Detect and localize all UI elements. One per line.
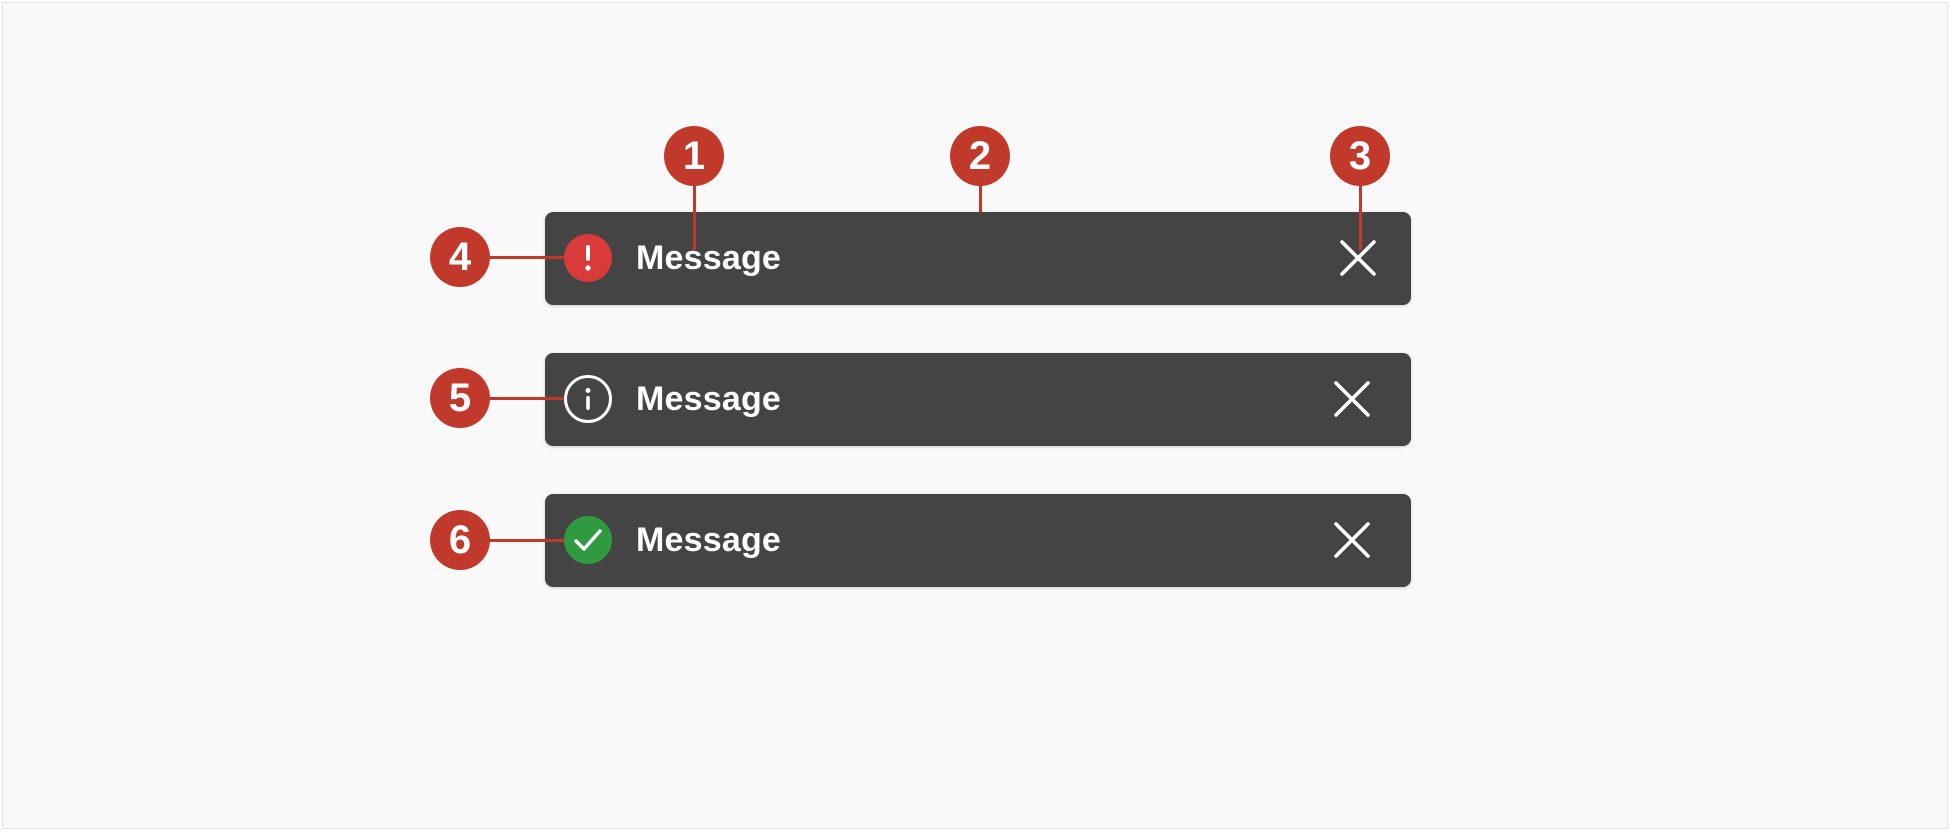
- toast-error: Message: [545, 212, 1411, 305]
- callout-leader-6: [488, 539, 564, 542]
- callout-3: 3: [1330, 126, 1390, 186]
- close-icon[interactable]: [1339, 239, 1377, 277]
- callout-5: 5: [430, 368, 490, 428]
- callout-6: 6: [430, 510, 490, 570]
- toast-message: Message: [636, 239, 782, 277]
- callout-leader-5: [488, 397, 564, 400]
- callout-leader-3: [1359, 185, 1362, 250]
- callout-leader-2: [979, 185, 982, 212]
- close-icon[interactable]: [1333, 380, 1371, 418]
- canvas: Message Message Message 1 2 3 4 5 6: [2, 2, 1948, 829]
- toast-message: Message: [636, 521, 782, 559]
- callout-leader-4: [488, 256, 564, 259]
- callout-leader-1: [693, 185, 696, 250]
- toast-success: Message: [545, 494, 1411, 587]
- checkmark-icon: [564, 516, 612, 564]
- error-icon: [564, 234, 612, 282]
- toast-info: Message: [545, 353, 1411, 446]
- callout-1: 1: [664, 126, 724, 186]
- close-icon[interactable]: [1333, 521, 1371, 559]
- callout-4: 4: [430, 227, 490, 287]
- toast-message: Message: [636, 380, 782, 418]
- callout-2: 2: [950, 126, 1010, 186]
- info-icon: [564, 375, 612, 423]
